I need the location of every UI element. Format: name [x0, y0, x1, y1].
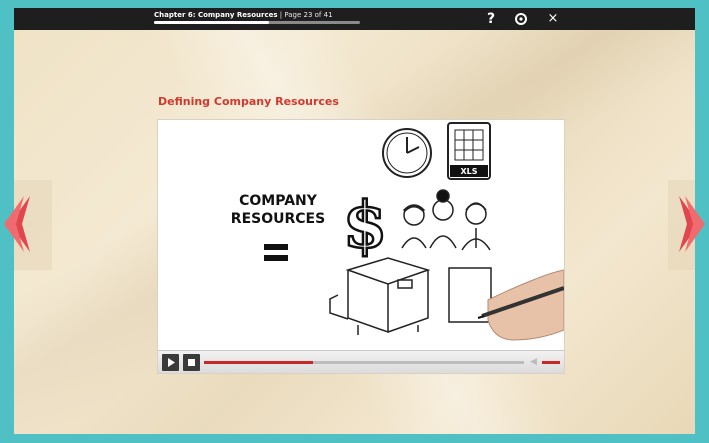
help-button[interactable]: ? — [480, 9, 502, 29]
scene-text-resources: RESOURCES — [231, 211, 325, 227]
svg-text:$: $ — [343, 188, 388, 263]
course-frame: Chapter 6: Company Resources | Page 23 o… — [14, 8, 695, 434]
scene-text-company: COMPANY — [239, 193, 318, 209]
play-button[interactable] — [162, 354, 179, 371]
stop-button[interactable] — [183, 354, 200, 371]
play-icon — [168, 358, 175, 367]
chevron-right-icon — [679, 196, 705, 252]
equals-sign-bottom — [264, 255, 288, 261]
spreadsheet-icon: XLS — [447, 122, 491, 180]
settings-button[interactable] — [510, 9, 532, 29]
page-indicator: | Page 23 of 41 — [279, 11, 333, 19]
video-controls: ◀ — [158, 350, 564, 373]
clock-icon — [382, 128, 432, 178]
xls-badge: XLS — [460, 167, 477, 176]
lesson-title: Defining Company Resources — [158, 95, 339, 108]
chevron-left-icon — [4, 196, 30, 252]
seek-bar[interactable] — [204, 361, 524, 364]
dollar-icon: $ — [341, 187, 388, 265]
volume-icon[interactable]: ◀ — [530, 356, 540, 368]
chapter-label: Chapter 6: Company Resources — [154, 11, 278, 19]
gear-icon — [515, 13, 527, 25]
bottom-border — [0, 434, 709, 443]
chapter-info: Chapter 6: Company Resources | Page 23 o… — [154, 11, 333, 19]
seek-bar-fill — [204, 361, 313, 364]
prev-page-button[interactable] — [4, 196, 34, 252]
course-progress-bar — [154, 21, 360, 24]
course-progress-fill — [154, 21, 270, 24]
volume-slider[interactable] — [542, 361, 560, 364]
copier-icon — [329, 257, 431, 335]
next-page-button[interactable] — [675, 196, 705, 252]
equals-sign-top — [264, 244, 288, 250]
video-frame: COMPANY RESOURCES XLS $ — [231, 122, 564, 341]
stop-icon — [188, 359, 195, 366]
top-toolbar: Chapter 6: Company Resources | Page 23 o… — [14, 8, 695, 30]
people-icon — [401, 189, 491, 251]
video-player[interactable]: COMPANY RESOURCES XLS $ ◀ — [157, 119, 565, 374]
close-button[interactable]: × — [542, 9, 564, 29]
